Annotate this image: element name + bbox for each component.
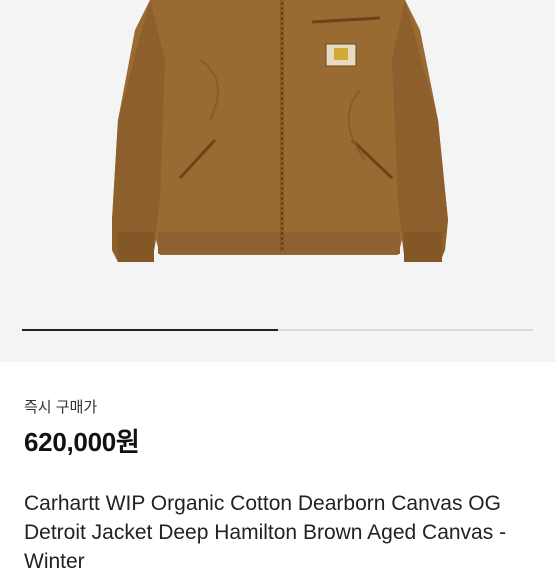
product-title: Carhartt WIP Organic Cotton Dearborn Can… xyxy=(24,492,507,573)
jacket-photo-icon xyxy=(112,0,448,262)
carousel-progress-bar xyxy=(22,329,533,331)
carousel-progress-fill xyxy=(22,329,278,331)
price-value: 620,000원 xyxy=(24,427,140,457)
price-label: 즉시 구매가 xyxy=(24,399,98,416)
product-image[interactable] xyxy=(0,0,555,362)
